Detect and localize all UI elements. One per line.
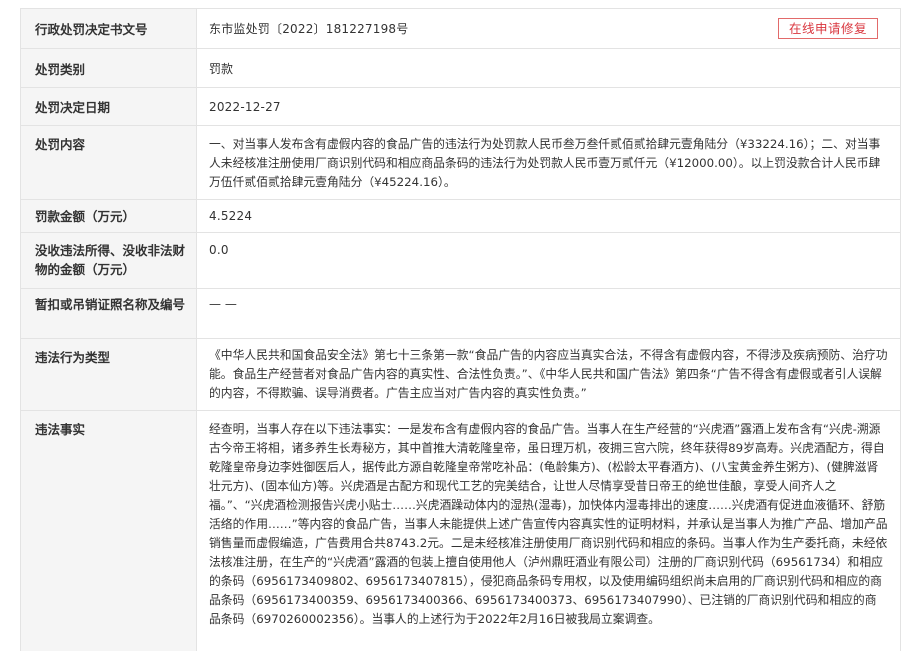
value-decision-number: 东市监处罚〔2022〕181227198号 在线申请修复 <box>197 9 900 48</box>
value-fine-amount: 4.5224 <box>209 209 253 223</box>
value-decision-date: 2022-12-27 <box>209 100 281 114</box>
row-license-revocation: 暂扣或吊销证照名称及编号 — — <box>21 289 900 339</box>
label-decision-date: 处罚决定日期 <box>21 88 197 125</box>
label-violation-type: 违法行为类型 <box>21 339 197 410</box>
value-penalty-category: 罚款 <box>209 62 234 76</box>
label-fine-amount: 罚款金额（万元） <box>21 200 197 232</box>
label-violation-facts: 违法事实 <box>21 411 197 651</box>
row-violation-type: 违法行为类型 《中华人民共和国食品安全法》第七十三条第一款“食品广告的内容应当真… <box>21 339 900 411</box>
row-violation-facts: 违法事实 经查明，当事人存在以下违法事实：一是发布含有虚假内容的食品广告。当事人… <box>21 411 900 651</box>
decision-number-text: 东市监处罚〔2022〕181227198号 <box>209 22 409 36</box>
row-confiscation-amount: 没收违法所得、没收非法财物的金额（万元） 0.0 <box>21 233 900 289</box>
row-decision-number: 行政处罚决定书文号 东市监处罚〔2022〕181227198号 在线申请修复 <box>21 9 900 49</box>
value-penalty-content: 一、对当事人发布含有虚假内容的食品广告的违法行为处罚款人民币叁万叁仟贰佰贰拾肆元… <box>209 137 881 189</box>
label-confiscation-amount: 没收违法所得、没收非法财物的金额（万元） <box>21 233 197 288</box>
label-license-revocation: 暂扣或吊销证照名称及编号 <box>21 289 197 338</box>
row-decision-date: 处罚决定日期 2022-12-27 <box>21 88 900 126</box>
row-penalty-category: 处罚类别 罚款 <box>21 49 900 88</box>
value-license-revocation: — — <box>209 297 237 311</box>
value-violation-facts: 经查明，当事人存在以下违法事实：一是发布含有虚假内容的食品广告。当事人在生产经营… <box>209 422 888 626</box>
label-penalty-content: 处罚内容 <box>21 126 197 199</box>
row-penalty-content: 处罚内容 一、对当事人发布含有虚假内容的食品广告的违法行为处罚款人民币叁万叁仟贰… <box>21 126 900 200</box>
label-decision-number: 行政处罚决定书文号 <box>21 9 197 48</box>
online-repair-button[interactable]: 在线申请修复 <box>777 18 878 39</box>
value-violation-type: 《中华人民共和国食品安全法》第七十三条第一款“食品广告的内容应当真实合法，不得含… <box>209 348 888 400</box>
label-penalty-category: 处罚类别 <box>21 49 197 87</box>
row-fine-amount: 罚款金额（万元） 4.5224 <box>21 200 900 233</box>
penalty-detail-table: 行政处罚决定书文号 东市监处罚〔2022〕181227198号 在线申请修复 处… <box>20 8 901 651</box>
value-confiscation-amount: 0.0 <box>209 243 229 257</box>
